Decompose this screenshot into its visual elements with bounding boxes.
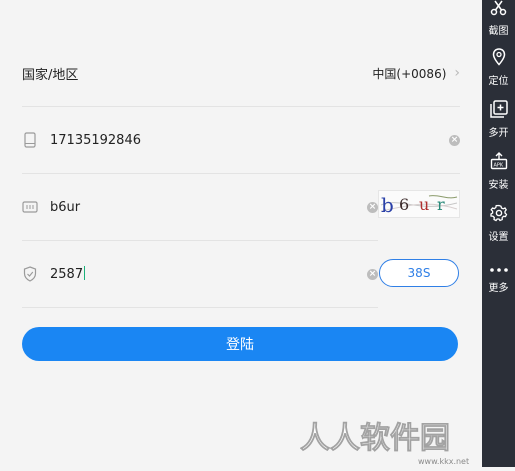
more-dots-icon xyxy=(489,258,509,277)
login-button[interactable]: 登陆 xyxy=(22,327,458,361)
captcha-input[interactable]: b6ur xyxy=(50,200,80,215)
shield-icon xyxy=(22,266,38,282)
sidebar-label: 截图 xyxy=(488,26,509,37)
sidebar-item-settings[interactable]: 设置 xyxy=(482,204,515,243)
sidebar-label: 定位 xyxy=(488,76,509,87)
watermark-url: www.kkx.net xyxy=(418,457,469,466)
svg-text:r: r xyxy=(437,195,445,214)
svg-text:b: b xyxy=(381,193,394,217)
svg-text:u: u xyxy=(419,195,429,214)
sms-row[interactable]: 2587 × xyxy=(22,241,378,308)
text-caret xyxy=(84,266,86,280)
svg-text:APK: APK xyxy=(493,163,503,169)
keyboard-icon xyxy=(22,199,38,215)
svg-text:6: 6 xyxy=(399,195,409,214)
clear-captcha-icon[interactable]: × xyxy=(367,201,378,213)
watermark-text: 人人软件园 xyxy=(300,421,450,456)
chevron-right-icon: › xyxy=(454,65,460,81)
sms-code-input[interactable]: 2587 xyxy=(50,266,86,282)
region-value: 中国(+0086) xyxy=(372,66,447,81)
sidebar-item-screenshot[interactable]: 截图 xyxy=(482,0,515,37)
clear-phone-icon[interactable]: × xyxy=(449,134,460,146)
sidebar-item-location[interactable]: 定位 xyxy=(482,48,515,87)
emulator-sidebar: 截图 定位 多开 APK 安装 设置 更多 xyxy=(482,0,515,467)
sidebar-label: 更多 xyxy=(488,283,509,294)
location-pin-icon xyxy=(492,48,506,70)
login-form: 国家/地区 中国(+0086) › 17135192846 × b6ur × b… xyxy=(0,0,482,467)
sidebar-item-more[interactable]: 更多 xyxy=(482,258,515,294)
phone-icon xyxy=(22,132,38,148)
multi-open-icon xyxy=(489,100,508,122)
sms-countdown-button[interactable]: 38S xyxy=(379,259,459,287)
phone-row[interactable]: 17135192846 × xyxy=(22,107,460,174)
region-selector[interactable]: 中国(+0086) › xyxy=(372,65,460,82)
sidebar-label: 安装 xyxy=(488,180,509,191)
watermark: 人人软件园 www.kkx.net xyxy=(300,410,482,467)
phone-input[interactable]: 17135192846 xyxy=(50,133,141,148)
clear-sms-icon[interactable]: × xyxy=(367,268,378,280)
sidebar-item-install[interactable]: APK 安装 xyxy=(482,152,515,191)
captcha-row[interactable]: b6ur × xyxy=(22,174,378,241)
sidebar-label: 多开 xyxy=(488,128,509,139)
apk-install-icon: APK xyxy=(490,152,508,174)
captcha-image[interactable]: b 6 u r xyxy=(378,190,460,218)
region-label: 国家/地区 xyxy=(22,67,79,83)
gear-icon xyxy=(489,204,508,226)
sidebar-label: 设置 xyxy=(488,232,509,243)
sidebar-item-multi-open[interactable]: 多开 xyxy=(482,100,515,139)
sms-code-value: 2587 xyxy=(50,267,84,282)
region-row[interactable]: 国家/地区 中国(+0086) › xyxy=(22,40,460,107)
scissors-icon xyxy=(490,0,508,20)
